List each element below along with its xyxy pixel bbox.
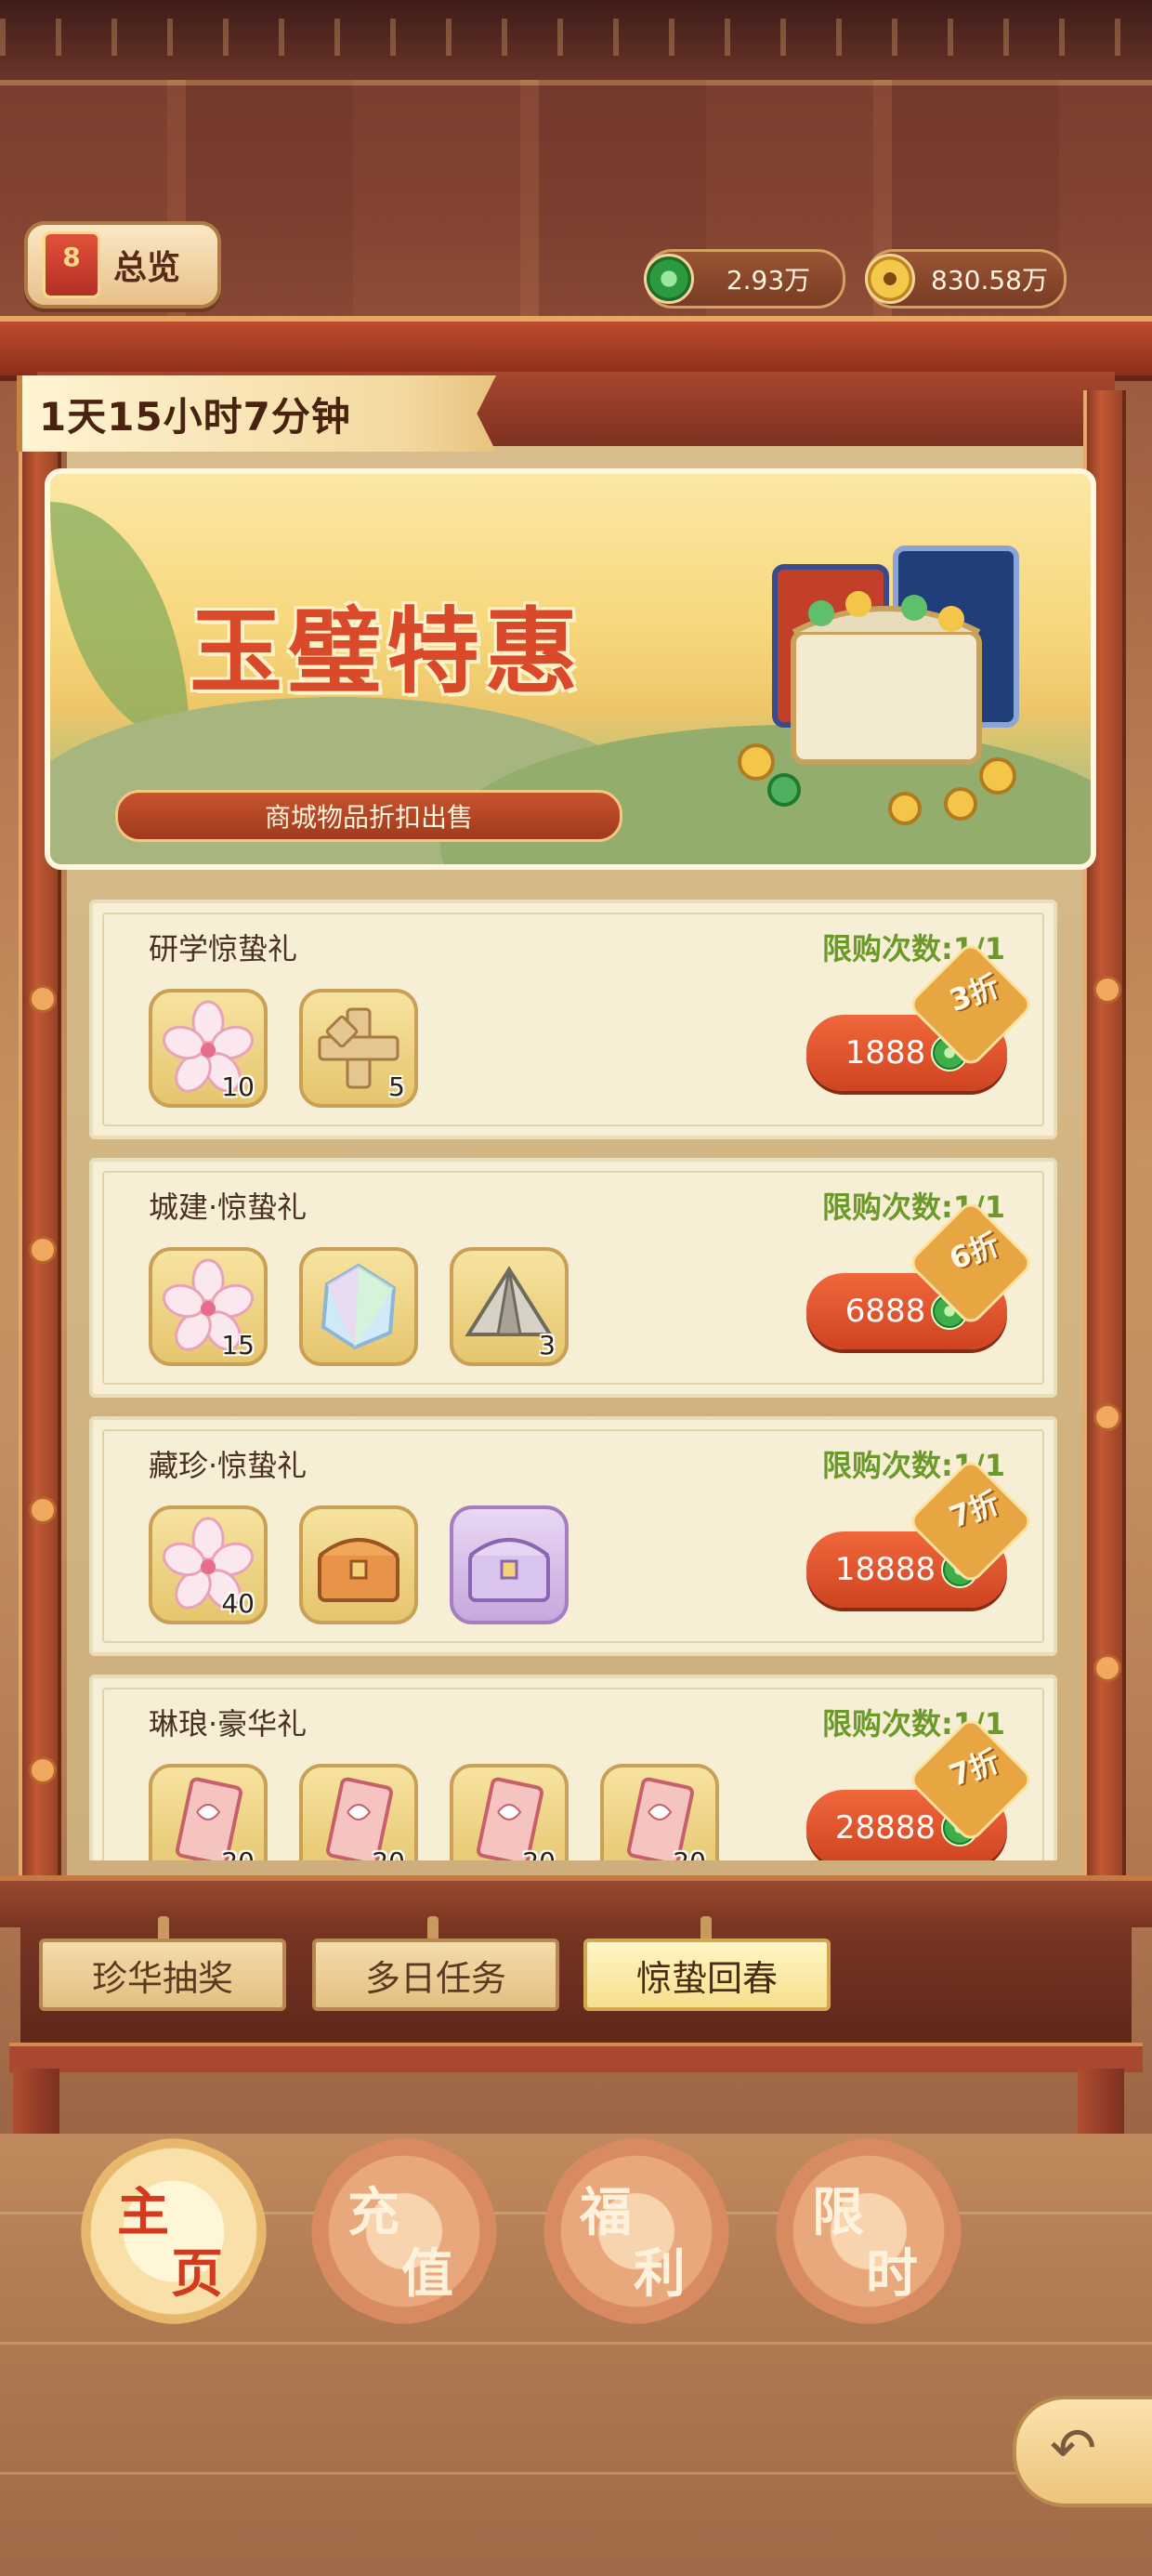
pack-card: 城建·惊蛰礼 限购次数:1/1 15 3 6888 6折 [89,1158,1057,1398]
reward-item[interactable]: 10 [149,989,268,1108]
overview-label: 总览 [113,249,181,287]
flower-button-bg [511,2106,762,2357]
promo-banner: 玉璧特惠 商城物品折扣出售 [45,468,1096,870]
pack-card: 研学惊蛰礼 限购次数:1/1 10 5 1888 3折 [89,900,1057,1139]
price-value: 18888 [834,1551,936,1588]
flower-button-bg [48,2106,299,2357]
reward-item[interactable]: 20 [450,1764,569,1860]
pack-name: 城建·惊蛰礼 [149,1189,308,1225]
pack-list[interactable]: 研学惊蛰礼 限购次数:1/1 10 5 1888 3折 城建·惊蛰礼 限购次数:… [89,888,1057,1860]
item-count: 5 [388,1071,405,1102]
pack-card: 琳琅·豪华礼 限购次数:1/1 20 20 20 [89,1675,1057,1860]
leaf-decoration [50,502,190,743]
nav-label-1: 限 [812,2182,864,2243]
pack-name: 研学惊蛰礼 [149,931,298,966]
reward-item[interactable]: 15 [149,1247,268,1366]
reward-item[interactable] [299,1505,418,1624]
timer-text: 1天15小时7分钟 [39,393,351,440]
reward-item[interactable]: 5 [299,989,418,1108]
item-count: 20 [372,1847,405,1860]
gold-amount: 830.58万 [931,265,1048,296]
reward-item[interactable] [299,1247,418,1366]
tab-prize-draw[interactable]: 珍华抽奖 [39,1939,286,2011]
flower-button-bg [743,2106,994,2357]
nav-limited[interactable]: 限 时 [743,2106,994,2357]
nav-label-1: 主 [117,2182,169,2243]
jade-coin-icon [644,254,694,304]
price-value: 1888 [844,1034,926,1071]
pack-card: 藏珍·惊蛰礼 限购次数:1/1 40 18888 7折 [89,1416,1057,1656]
event-timer: 1天15小时7分钟 [17,375,496,452]
nav-label-2: 值 [401,2243,453,2305]
pillar-ornament [1093,1403,1121,1431]
bench-leg [1078,2069,1124,2134]
reward-item[interactable]: 3 [450,1247,569,1366]
floor-line [0,2472,1152,2475]
return-arrow-icon: ↶ [1050,2416,1097,2481]
item-count: 10 [221,1071,255,1102]
purple-chest-icon [468,1538,550,1602]
wooden-chest-icon [318,1538,399,1602]
price-value: 6888 [844,1293,926,1330]
floor-line [0,2342,1152,2345]
tab-daily-tasks[interactable]: 多日任务 [312,1939,559,2011]
bench-top [0,1875,1152,1927]
pillar-ornament [1093,976,1121,1004]
pillar-ornament [29,1496,57,1524]
reward-item[interactable]: 40 [149,1505,268,1624]
gold-currency: 830.58万 [865,249,1067,309]
reward-item[interactable] [450,1505,569,1624]
pack-name: 琳琅·豪华礼 [149,1706,308,1741]
jade-currency: 2.93万 [644,249,845,309]
pillar-ornament [29,1236,57,1264]
top-pattern [0,19,1152,56]
item-count: 15 [221,1330,255,1360]
reward-item[interactable]: 20 [149,1764,268,1860]
nav-label-1: 福 [580,2182,632,2243]
flower-button-bg [279,2106,530,2357]
nav-recharge[interactable]: 充 值 [279,2106,530,2357]
nav-welfare[interactable]: 福 利 [511,2106,762,2357]
item-count: 20 [673,1847,706,1860]
item-count: 3 [539,1330,556,1360]
nav-label-2: 页 [171,2243,223,2305]
price-value: 28888 [834,1809,936,1847]
pillar-ornament [1093,1654,1121,1682]
pillar-ornament [29,1756,57,1784]
banner-subtitle: 商城物品折扣出售 [115,790,622,842]
nav-home[interactable]: 主 页 [48,2106,299,2357]
jade-amount: 2.93万 [726,265,811,296]
gold-coin-icon [865,254,915,304]
nav-label-2: 时 [866,2243,918,2305]
pack-name: 藏珍·惊蛰礼 [149,1448,308,1483]
treasure-chest-icon [738,545,1019,825]
reward-item[interactable]: 20 [299,1764,418,1860]
back-button[interactable]: ↶ [1013,2396,1152,2507]
crystal-icon [321,1263,397,1350]
item-count: 40 [221,1588,255,1619]
overview-button[interactable]: 总览 [24,221,221,309]
item-count: 20 [522,1847,556,1860]
item-count: 20 [221,1847,255,1860]
tab-spring-return[interactable]: 惊蛰回春 [583,1939,831,2011]
nav-label-1: 充 [347,2182,399,2243]
bench-leg [13,2069,59,2134]
bench-base [9,2043,1143,2072]
nav-label-2: 利 [634,2243,686,2305]
calendar-book-icon [43,231,100,298]
pillar-ornament [29,985,57,1013]
banner-title: 玉璧特惠 [190,597,583,706]
reward-item[interactable]: 20 [600,1764,719,1860]
